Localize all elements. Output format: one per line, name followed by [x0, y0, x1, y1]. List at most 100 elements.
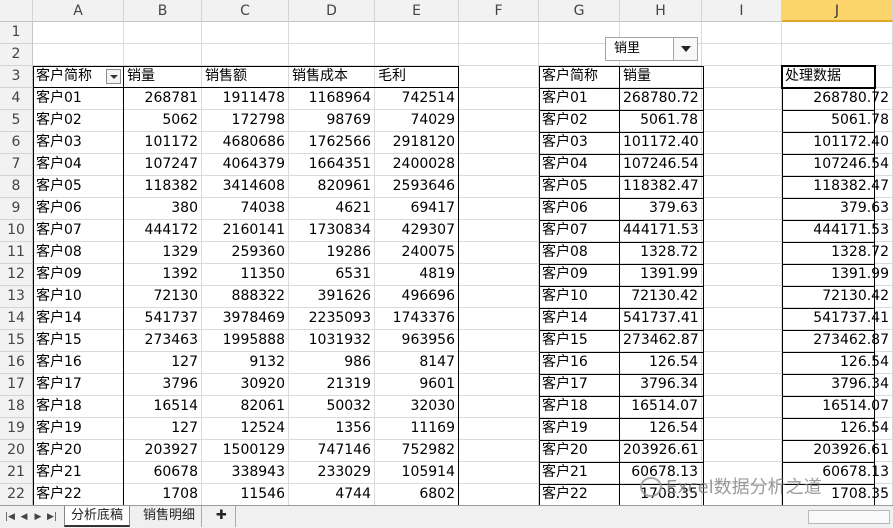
cell-g18[interactable]: 客户18: [539, 396, 620, 418]
column-header-d[interactable]: D: [289, 0, 375, 22]
grid-cell[interactable]: [702, 374, 782, 396]
cell-d12[interactable]: 6531: [289, 264, 375, 286]
cell-c14[interactable]: 3978469: [202, 308, 289, 330]
cell-c5[interactable]: 172798: [202, 110, 289, 132]
cell-g22[interactable]: 客户22: [539, 484, 620, 505]
cell-c9[interactable]: 74038: [202, 198, 289, 220]
cell-b7[interactable]: 107247: [124, 154, 202, 176]
grid-cell[interactable]: [459, 286, 539, 308]
cell-d21[interactable]: 233029: [289, 462, 375, 484]
cell-e8[interactable]: 2593646: [375, 176, 459, 198]
grid-cell[interactable]: [702, 242, 782, 264]
cell-e12[interactable]: 4819: [375, 264, 459, 286]
grid-cell[interactable]: [459, 22, 539, 44]
column-header-h[interactable]: H: [620, 0, 702, 22]
cell-e15[interactable]: 963956: [375, 330, 459, 352]
grid-cell[interactable]: [202, 44, 289, 66]
grid-cell[interactable]: [459, 154, 539, 176]
grid-cell[interactable]: [33, 22, 124, 44]
cell-j16[interactable]: 126.54: [782, 352, 893, 374]
cell-b19[interactable]: 127: [124, 418, 202, 440]
cell-d22[interactable]: 4744: [289, 484, 375, 505]
grid-cell[interactable]: [702, 88, 782, 110]
dropdown-arrow-icon[interactable]: [673, 38, 697, 60]
grid-cell[interactable]: [375, 22, 459, 44]
cell-c12[interactable]: 11350: [202, 264, 289, 286]
cell-h6[interactable]: 101172.40: [620, 132, 702, 154]
grid-cell[interactable]: [124, 44, 202, 66]
grid-cell[interactable]: [459, 440, 539, 462]
cell-d20[interactable]: 747146: [289, 440, 375, 462]
cell-d6[interactable]: 1762566: [289, 132, 375, 154]
cell-e7[interactable]: 2400028: [375, 154, 459, 176]
cell-j8[interactable]: 118382.47: [782, 176, 893, 198]
cell-h16[interactable]: 126.54: [620, 352, 702, 374]
cell-g3[interactable]: 客户简称: [539, 66, 620, 88]
cell-d10[interactable]: 1730834: [289, 220, 375, 242]
cell-c8[interactable]: 3414608: [202, 176, 289, 198]
prev-sheet-icon[interactable]: ◀: [18, 510, 30, 524]
cell-e5[interactable]: 74029: [375, 110, 459, 132]
cell-a19[interactable]: 客户19: [33, 418, 124, 440]
cell-j3[interactable]: 处理数据: [782, 66, 893, 88]
row-header-21[interactable]: 21: [0, 462, 33, 484]
cell-g16[interactable]: 客户16: [539, 352, 620, 374]
cell-d11[interactable]: 19286: [289, 242, 375, 264]
row-header-19[interactable]: 19: [0, 418, 33, 440]
grid-cell[interactable]: [375, 44, 459, 66]
cell-h9[interactable]: 379.63: [620, 198, 702, 220]
cell-d19[interactable]: 1356: [289, 418, 375, 440]
cell-e17[interactable]: 9601: [375, 374, 459, 396]
column-header-j[interactable]: J: [782, 0, 893, 22]
cell-a10[interactable]: 客户07: [33, 220, 124, 242]
cell-a15[interactable]: 客户15: [33, 330, 124, 352]
cell-b13[interactable]: 72130: [124, 286, 202, 308]
cell-c13[interactable]: 888322: [202, 286, 289, 308]
cell-d15[interactable]: 1031932: [289, 330, 375, 352]
cell-d5[interactable]: 98769: [289, 110, 375, 132]
cell-a13[interactable]: 客户10: [33, 286, 124, 308]
grid-cell[interactable]: [459, 88, 539, 110]
cell-b11[interactable]: 1329: [124, 242, 202, 264]
grid-cell[interactable]: [202, 22, 289, 44]
cell-b21[interactable]: 60678: [124, 462, 202, 484]
row-header-7[interactable]: 7: [0, 154, 33, 176]
cell-e4[interactable]: 742514: [375, 88, 459, 110]
grid-cell[interactable]: [459, 198, 539, 220]
cell-g7[interactable]: 客户04: [539, 154, 620, 176]
cell-g12[interactable]: 客户09: [539, 264, 620, 286]
cell-b4[interactable]: 268781: [124, 88, 202, 110]
cell-c6[interactable]: 4680686: [202, 132, 289, 154]
cell-j9[interactable]: 379.63: [782, 198, 893, 220]
cell-j10[interactable]: 444171.53: [782, 220, 893, 242]
cell-a20[interactable]: 客户20: [33, 440, 124, 462]
cell-b22[interactable]: 1708: [124, 484, 202, 505]
cell-a12[interactable]: 客户09: [33, 264, 124, 286]
grid-cell[interactable]: [702, 22, 782, 44]
grid-cell[interactable]: [702, 176, 782, 198]
cell-j15[interactable]: 273462.87: [782, 330, 893, 352]
cell-b14[interactable]: 541737: [124, 308, 202, 330]
cell-h8[interactable]: 118382.47: [620, 176, 702, 198]
cell-h10[interactable]: 444171.53: [620, 220, 702, 242]
cell-d4[interactable]: 1168964: [289, 88, 375, 110]
cell-c17[interactable]: 30920: [202, 374, 289, 396]
grid-cell[interactable]: [459, 418, 539, 440]
cell-d16[interactable]: 986: [289, 352, 375, 374]
sheet-tab-sales-detail[interactable]: 销售明细: [137, 506, 203, 527]
cell-b6[interactable]: 101172: [124, 132, 202, 154]
cell-c4[interactable]: 1911478: [202, 88, 289, 110]
cell-e3[interactable]: 毛利: [375, 66, 459, 88]
sales-field-dropdown[interactable]: 销里: [605, 37, 698, 61]
grid-cell[interactable]: [702, 330, 782, 352]
cell-e10[interactable]: 429307: [375, 220, 459, 242]
grid-cell[interactable]: [124, 22, 202, 44]
row-header-10[interactable]: 10: [0, 220, 33, 242]
grid-cell[interactable]: [702, 198, 782, 220]
grid-cell[interactable]: [459, 44, 539, 66]
row-header-17[interactable]: 17: [0, 374, 33, 396]
cell-h17[interactable]: 3796.34: [620, 374, 702, 396]
grid-cell[interactable]: [702, 132, 782, 154]
cell-h15[interactable]: 273462.87: [620, 330, 702, 352]
cell-g15[interactable]: 客户15: [539, 330, 620, 352]
